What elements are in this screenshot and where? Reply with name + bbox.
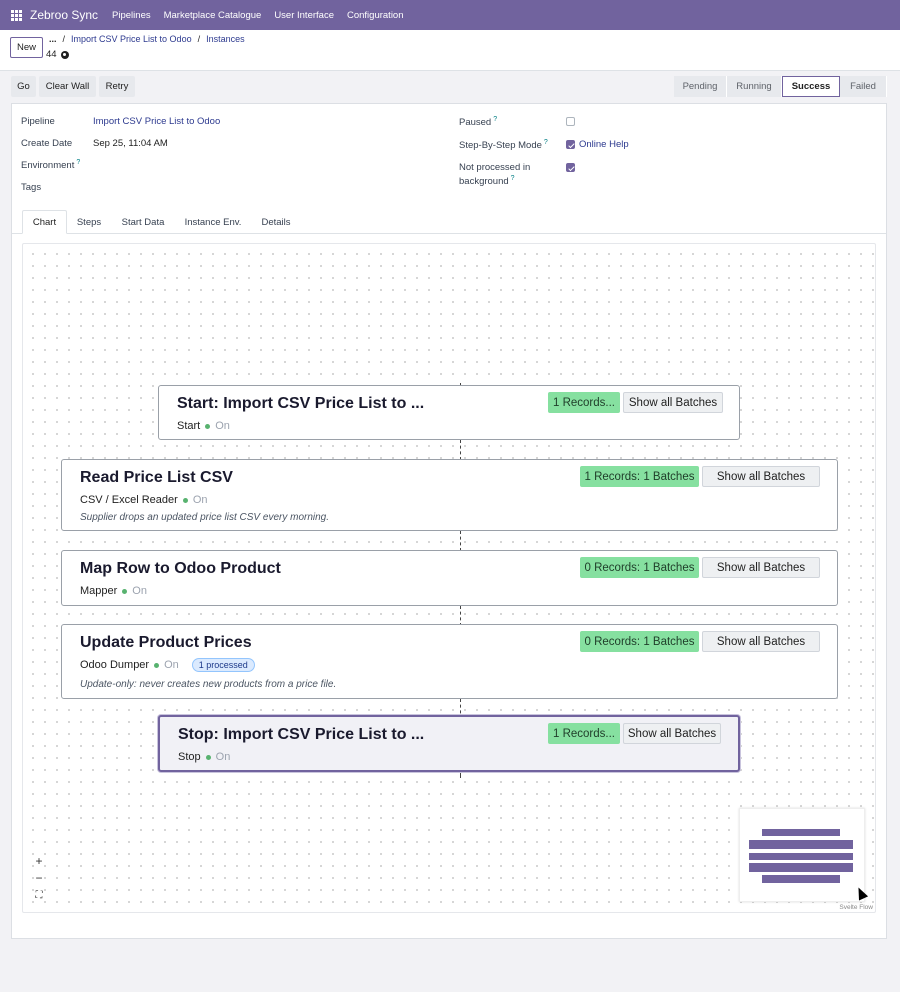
node-description: Update-only: never creates new products … <box>80 679 337 690</box>
node-type: Mapper On <box>80 585 147 597</box>
menu-pipelines[interactable]: Pipelines <box>112 10 151 21</box>
control-panel: New ... / Import CSV Price List to Odoo … <box>0 30 900 71</box>
stage-pending[interactable]: Pending <box>674 76 727 97</box>
tab-instance-env[interactable]: Instance Env. <box>178 210 248 234</box>
form-sheet: Pipeline Import CSV Price List to Odoo C… <box>11 103 887 939</box>
minimap-node <box>749 863 853 872</box>
records-badge[interactable]: 0 Records: 1 Batches <box>580 631 699 652</box>
breadcrumb-more-icon[interactable]: ... <box>49 34 57 44</box>
breadcrumb: ... / Import CSV Price List to Odoo / In… <box>49 34 245 44</box>
step-mode-label: Step-By-Step Mode? <box>459 139 548 152</box>
fit-view-icon[interactable]: ⛶ <box>31 887 47 903</box>
node-description: Supplier drops an updated price list CSV… <box>80 512 330 523</box>
node-type: CSV / Excel Reader On <box>80 494 208 506</box>
flow-edge <box>460 772 461 778</box>
status-dot-icon <box>154 662 160 668</box>
show-all-batches-button[interactable]: Show all Batches <box>702 557 820 578</box>
online-help-link[interactable]: Online Help <box>579 139 629 150</box>
clear-wall-button[interactable]: Clear Wall <box>39 76 96 97</box>
show-all-batches-button[interactable]: Show all Batches <box>623 392 723 413</box>
breadcrumb-pipeline[interactable]: Import CSV Price List to Odoo <box>71 34 192 44</box>
apps-grid-icon[interactable] <box>11 9 22 21</box>
help-icon[interactable]: ? <box>544 139 548 146</box>
tab-start-data[interactable]: Start Data <box>114 210 172 234</box>
records-badge[interactable]: 1 Records: 1 Batches <box>580 466 699 487</box>
flow-node-start[interactable]: Start: Import CSV Price List to ... Star… <box>158 385 740 440</box>
node-title: Map Row to Odoo Product <box>80 560 281 577</box>
flow-node-stop[interactable]: Stop: Import CSV Price List to ... Stop O… <box>158 715 740 772</box>
paused-label: Paused? <box>459 116 498 129</box>
retry-button[interactable]: Retry <box>99 76 135 97</box>
records-badge[interactable]: 1 Records... <box>548 392 620 413</box>
flow-edge <box>460 440 461 460</box>
create-date-value: Sep 25, 11:04 AM <box>93 138 168 149</box>
node-title: Start: Import CSV Price List to ... <box>177 395 425 412</box>
show-all-batches-button[interactable]: Show all Batches <box>702 631 820 652</box>
minimap-node <box>762 829 840 836</box>
flow-canvas[interactable]: Start: Import CSV Price List to ... Star… <box>22 243 876 913</box>
zoom-in-icon[interactable]: + <box>31 853 47 869</box>
node-type: Start On <box>177 420 230 432</box>
record-id: 44 <box>46 49 69 60</box>
gear-icon[interactable] <box>60 50 69 59</box>
node-title: Read Price List CSV <box>80 469 233 486</box>
help-icon[interactable]: ? <box>511 175 515 182</box>
stage-running[interactable]: Running <box>727 76 782 97</box>
breadcrumb-separator: / <box>62 34 66 44</box>
tab-steps[interactable]: Steps <box>70 210 108 234</box>
show-all-batches-button[interactable]: Show all Batches <box>623 723 721 744</box>
menu-marketplace-catalogue[interactable]: Marketplace Catalogue <box>164 10 262 21</box>
minimap-node <box>762 875 840 883</box>
tab-details[interactable]: Details <box>254 210 298 234</box>
not-processed-checkbox[interactable] <box>566 163 575 172</box>
notebook-tabs: Chart Steps Start Data Instance Env. Det… <box>12 208 886 234</box>
not-processed-label-line2: background? <box>459 175 515 188</box>
status-dot-icon <box>182 497 188 503</box>
minimap-node <box>749 853 853 860</box>
not-processed-label-line1: Not processed in <box>459 162 531 173</box>
node-title: Stop: Import CSV Price List to ... <box>178 726 425 743</box>
help-icon[interactable]: ? <box>493 116 497 123</box>
pipeline-value[interactable]: Import CSV Price List to Odoo <box>93 116 220 127</box>
node-type: Odoo Dumper On 1 processed <box>80 658 255 672</box>
tab-chart[interactable]: Chart <box>22 210 67 234</box>
node-title: Update Product Prices <box>80 634 252 651</box>
node-type: Stop On <box>178 751 231 763</box>
processed-badge: 1 processed <box>191 658 255 672</box>
top-navbar: Zebroo Sync Pipelines Marketplace Catalo… <box>0 0 900 30</box>
status-dot-icon <box>205 754 211 760</box>
stage-failed[interactable]: Failed <box>840 76 887 97</box>
status-dot-icon <box>122 588 128 594</box>
new-button[interactable]: New <box>10 37 43 58</box>
status-bar: Pending Running Success Failed <box>674 76 887 97</box>
minimap-node <box>749 840 853 849</box>
tags-label: Tags <box>21 182 42 193</box>
flow-edge <box>460 531 461 551</box>
flow-node-map-row[interactable]: Map Row to Odoo Product Mapper On 0 Recor… <box>61 550 838 606</box>
app-brand[interactable]: Zebroo Sync <box>30 8 98 22</box>
go-button[interactable]: Go <box>11 76 36 97</box>
pipeline-label: Pipeline <box>21 116 55 127</box>
environment-label: Environment? <box>21 159 81 172</box>
stage-success[interactable]: Success <box>782 76 840 97</box>
zoom-out-icon[interactable]: − <box>31 870 47 886</box>
records-badge[interactable]: 0 Records: 1 Batches <box>580 557 699 578</box>
record-id-value: 44 <box>46 49 57 60</box>
breadcrumb-separator: / <box>197 34 201 44</box>
help-icon[interactable]: ? <box>76 159 80 166</box>
flow-minimap[interactable] <box>739 808 865 902</box>
flow-edge <box>460 606 461 626</box>
flow-attribution[interactable]: Svelte Flow <box>839 904 873 911</box>
create-date-label: Create Date <box>21 138 73 149</box>
flow-node-read-price-list[interactable]: Read Price List CSV CSV / Excel Reader On… <box>61 459 838 531</box>
flow-node-update-prices[interactable]: Update Product Prices Odoo Dumper On 1 pro… <box>61 624 838 699</box>
paused-checkbox[interactable] <box>566 117 575 126</box>
step-mode-checkbox[interactable] <box>566 140 575 149</box>
status-dot-icon <box>205 423 211 429</box>
show-all-batches-button[interactable]: Show all Batches <box>702 466 820 487</box>
menu-configuration[interactable]: Configuration <box>347 10 404 21</box>
breadcrumb-instances[interactable]: Instances <box>206 34 245 44</box>
records-badge[interactable]: 1 Records... <box>548 723 620 744</box>
menu-user-interface[interactable]: User Interface <box>274 10 334 21</box>
